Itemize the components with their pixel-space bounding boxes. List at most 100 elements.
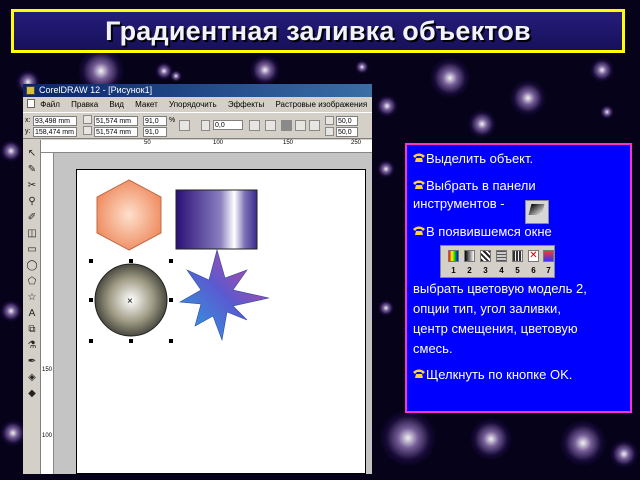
x-position-field[interactable]: 93,498 mm — [33, 116, 77, 126]
freehand-tool-icon[interactable]: ✐ — [26, 212, 38, 224]
height-icon — [83, 126, 92, 135]
instruction-panel: Выделить объект. Выбрать в панели инстру… — [405, 143, 632, 413]
menu-view[interactable]: Вид — [109, 100, 123, 109]
instruction-text-3e: смесь. — [413, 341, 453, 356]
texture-fill-icon — [496, 250, 507, 262]
property-bar: x: 93,498 mm y: 158,474 mm 51,574 mm 51,… — [23, 112, 372, 139]
fill-number-6: 6 — [531, 266, 536, 275]
vertical-ruler: 150 100 — [41, 153, 54, 474]
horizontal-ruler: 50 100 150 250 — [41, 140, 372, 153]
arc-icon[interactable] — [295, 120, 306, 131]
coreldraw-titlebar: CorelDRAW 12 - [Рисунок1] — [23, 84, 372, 97]
instruction-text-3d: центр смещения, цветовую — [413, 321, 578, 336]
document-icon — [27, 99, 35, 108]
width-field[interactable]: 51,574 mm — [94, 116, 138, 126]
right-x-icon — [325, 116, 334, 125]
ruler-h-tick: 150 — [283, 140, 294, 146]
fill-number-3: 3 — [483, 266, 488, 275]
basic-shapes-tool-icon[interactable]: ☆ — [26, 292, 38, 304]
instruction-text-2a: Выбрать в панели — [426, 178, 536, 193]
telephone-icon — [413, 369, 425, 378]
toolbox: ↖ ✎ ✂ ⚲ ✐ ◫ ▭ ◯ ⬠ ☆ A ⧉ ⚗ ✒ ◈ ◆ — [23, 140, 41, 474]
blend-tool-icon[interactable]: ⧉ — [26, 324, 38, 336]
drawing-canvas[interactable]: × — [54, 153, 372, 474]
center-marker: × — [127, 296, 133, 307]
gradient-star[interactable] — [179, 248, 270, 342]
fill-number-5: 5 — [515, 266, 520, 275]
telephone-icon — [413, 226, 425, 235]
zoom-tool-icon[interactable]: ⚲ — [26, 196, 38, 208]
fill-number-2: 2 — [467, 266, 472, 275]
telephone-icon — [413, 153, 425, 162]
drawing-page[interactable]: × — [76, 169, 366, 474]
fill-bucket-icon — [528, 204, 545, 215]
rotation-field[interactable]: 0,0 — [213, 120, 243, 130]
instruction-text-2b: инструментов - — [413, 196, 505, 211]
eyedropper-tool-icon[interactable]: ⚗ — [26, 340, 38, 352]
postscript-fill-icon — [512, 250, 523, 262]
gradient-rectangle[interactable] — [175, 189, 258, 250]
ruler-v-tick: 150 — [42, 367, 53, 373]
color-docker-icon — [543, 250, 554, 262]
to-curves-icon[interactable] — [281, 120, 292, 131]
fill-tool-icon[interactable]: ◈ — [26, 372, 38, 384]
smart-fill-tool-icon[interactable]: ◫ — [26, 228, 38, 240]
ruler-h-tick: 250 — [351, 140, 362, 146]
instruction-item-4: Щелкнуть по кнопке OK. — [412, 366, 572, 384]
instruction-item-2: Выбрать в панели — [412, 177, 536, 195]
menu-layout[interactable]: Макет — [135, 100, 158, 109]
menu-arrange[interactable]: Упорядочить — [169, 100, 217, 109]
right-x-field[interactable]: 50,0 — [336, 116, 358, 126]
ruler-h-tick: 100 — [213, 140, 224, 146]
menu-file[interactable]: Файл — [40, 100, 60, 109]
coreldraw-menubar: Файл Правка Вид Макет Упорядочить Эффект… — [23, 98, 372, 111]
instruction-item-1: Выделить объект. — [412, 150, 533, 168]
mirror-horizontal-icon[interactable] — [249, 120, 260, 131]
instruction-text-3b: выбрать цветовую модель 2, — [413, 281, 587, 296]
percent-label-x: % — [169, 117, 176, 124]
instruction-text-3: В появившемся окне — [426, 224, 552, 239]
no-fill-icon: ✕ — [528, 250, 539, 262]
instruction-text-4: Щелкнуть по кнопке OK. — [426, 367, 573, 382]
menu-effects[interactable]: Эффекты — [228, 100, 264, 109]
menu-edit[interactable]: Правка — [71, 100, 98, 109]
menu-bitmaps[interactable]: Растровые изображения — [275, 100, 367, 109]
height-field[interactable]: 51,574 mm — [94, 127, 138, 137]
pattern-fill-icon — [480, 250, 491, 262]
instruction-text-3c: опции тип, угол заливки, — [413, 301, 561, 316]
scale-x-field[interactable]: 91,0 — [143, 116, 167, 126]
pointer-tool-icon[interactable]: ↖ — [26, 148, 38, 160]
rectangle-tool-icon[interactable]: ▭ — [26, 244, 38, 256]
slide-title: Градиентная заливка объектов — [105, 15, 531, 46]
instruction-item-3: В появившемся окне — [412, 223, 552, 241]
shapes-layer: × — [89, 179, 270, 343]
ruler-v-tick: 100 — [42, 433, 53, 439]
color-dialog-icon — [448, 250, 459, 262]
pie-icon[interactable] — [309, 120, 320, 131]
telephone-icon — [413, 180, 425, 189]
slide-title-box: Градиентная заливка объектов — [11, 9, 625, 53]
ellipse-tool-icon[interactable]: ◯ — [26, 260, 38, 272]
ruler-h-tick: 50 — [144, 140, 151, 146]
fill-number-4: 4 — [499, 266, 504, 275]
coreldraw-window-title: CorelDRAW 12 - [Рисунок1] — [39, 85, 153, 95]
fill-number-7: 7 — [546, 266, 551, 275]
instruction-text-1: Выделить объект. — [426, 151, 534, 166]
gradient-hexagon[interactable] — [96, 179, 162, 251]
text-tool-icon[interactable]: A — [26, 308, 38, 320]
fill-number-1: 1 — [451, 266, 456, 275]
coreldraw-app-icon — [26, 86, 35, 95]
y-position-field[interactable]: 158,474 mm — [33, 127, 77, 137]
shape-tool-icon[interactable]: ✎ — [26, 164, 38, 176]
outline-tool-icon[interactable]: ✒ — [26, 356, 38, 368]
right-y-field[interactable]: 50,0 — [336, 127, 358, 137]
lock-ratio-icon[interactable] — [179, 120, 190, 131]
polygon-tool-icon[interactable]: ⬠ — [26, 276, 38, 288]
rotation-icon — [201, 120, 210, 131]
scale-y-field[interactable]: 91,0 — [143, 127, 167, 137]
mirror-vertical-icon[interactable] — [265, 120, 276, 131]
width-icon — [83, 115, 92, 124]
crop-tool-icon[interactable]: ✂ — [26, 180, 38, 192]
fill-tool-button — [525, 200, 549, 224]
interactive-fill-tool-icon[interactable]: ◆ — [26, 388, 38, 400]
